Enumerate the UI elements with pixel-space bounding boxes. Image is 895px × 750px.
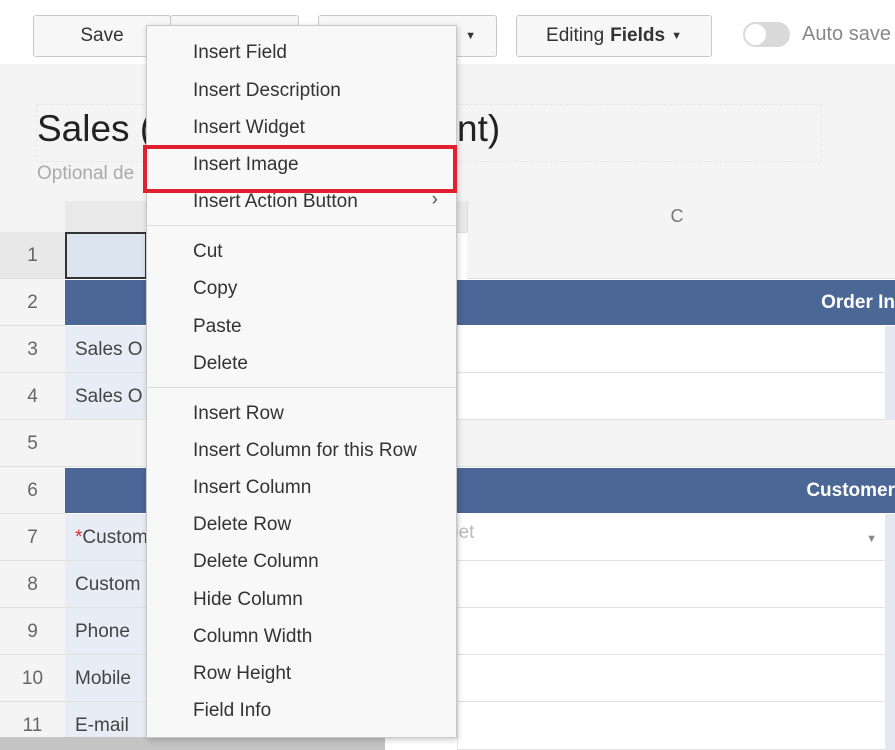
field-input[interactable] [457, 326, 885, 373]
menu-item-delete-row[interactable]: Delete Row [193, 514, 291, 536]
row-number[interactable]: 7 [0, 514, 65, 561]
editing-value: Fields [610, 25, 666, 46]
selected-cell-b1[interactable] [65, 232, 147, 279]
menu-item-delete-column[interactable]: Delete Column [193, 551, 319, 573]
row-number[interactable]: 8 [0, 561, 65, 608]
row-number[interactable]: 10 [0, 655, 65, 702]
menu-item-hide-column[interactable]: Hide Column [193, 589, 303, 611]
field-input[interactable] [457, 702, 885, 750]
autosave-toggle[interactable] [743, 22, 790, 47]
menu-item-cut[interactable]: Cut [193, 241, 223, 263]
field-label[interactable]: Sales O [65, 326, 146, 373]
toggle-knob [745, 24, 766, 45]
field-label[interactable]: *Custom [65, 514, 146, 561]
field-label[interactable]: Mobile [65, 655, 146, 702]
menu-item-insert-column-for-row[interactable]: Insert Column for this Row [193, 440, 417, 462]
form-title-end: nt) [457, 108, 501, 149]
menu-item-insert-widget[interactable]: Insert Widget [193, 117, 305, 139]
editing-mode-dropdown[interactable]: Editing Fields ▼ [516, 15, 712, 57]
menu-item-insert-field[interactable]: Insert Field [193, 42, 287, 64]
caret-down-icon: ▼ [671, 30, 682, 42]
caret-down-icon[interactable]: ▼ [866, 520, 877, 558]
row-number[interactable]: 4 [0, 373, 65, 420]
form-title[interactable]: Sales ( [37, 108, 152, 150]
menu-item-field-info[interactable]: Field Info [193, 700, 271, 722]
menu-item-paste[interactable]: Paste [193, 316, 242, 338]
banner-label: Customer [806, 480, 895, 501]
right-column-strip [885, 514, 895, 750]
menu-item-insert-row[interactable]: Insert Row [193, 403, 284, 425]
menu-item-insert-column[interactable]: Insert Column [193, 477, 311, 499]
menu-item-column-width[interactable]: Column Width [193, 626, 312, 648]
right-column-strip [885, 326, 895, 420]
row-number[interactable]: 6 [0, 467, 65, 514]
description-field[interactable]: Optional de [37, 163, 134, 185]
row-number[interactable]: 2 [0, 279, 65, 326]
field-input[interactable] [457, 561, 885, 608]
field-label-text: Custom [82, 527, 146, 548]
menu-item-insert-action-button[interactable]: Insert Action Button [193, 191, 358, 213]
row-number[interactable]: 5 [0, 420, 65, 467]
field-label[interactable]: Phone [65, 608, 146, 655]
field-input[interactable] [457, 373, 885, 420]
row-number[interactable]: 1 [0, 232, 65, 279]
column-header-c[interactable]: C [467, 201, 886, 232]
save-label: Save [80, 25, 124, 46]
field-label[interactable]: Custom [65, 561, 146, 608]
field-input[interactable] [457, 608, 885, 655]
menu-separator [147, 225, 456, 226]
row-number[interactable]: 3 [0, 326, 65, 373]
field-input[interactable] [457, 655, 885, 702]
menu-item-row-height[interactable]: Row Height [193, 663, 291, 685]
caret-down-icon: ▼ [465, 30, 476, 42]
menu-item-insert-description[interactable]: Insert Description [193, 80, 341, 102]
banner-label: Order In [821, 292, 895, 313]
autosave-label: Auto save [802, 23, 891, 45]
editing-prefix: Editing [546, 25, 605, 46]
horizontal-scrollbar[interactable] [0, 737, 385, 750]
highlight-box [143, 145, 457, 193]
context-menu: Insert Field Insert Description Insert W… [146, 25, 457, 738]
customer-link-field[interactable]: eet ▼ [448, 514, 885, 561]
menu-item-copy[interactable]: Copy [193, 278, 237, 300]
menu-item-delete[interactable]: Delete [193, 353, 248, 375]
cell-c1[interactable] [467, 232, 895, 279]
menu-separator [147, 387, 456, 388]
row-number[interactable]: 9 [0, 608, 65, 655]
field-label[interactable]: Sales O [65, 373, 146, 420]
